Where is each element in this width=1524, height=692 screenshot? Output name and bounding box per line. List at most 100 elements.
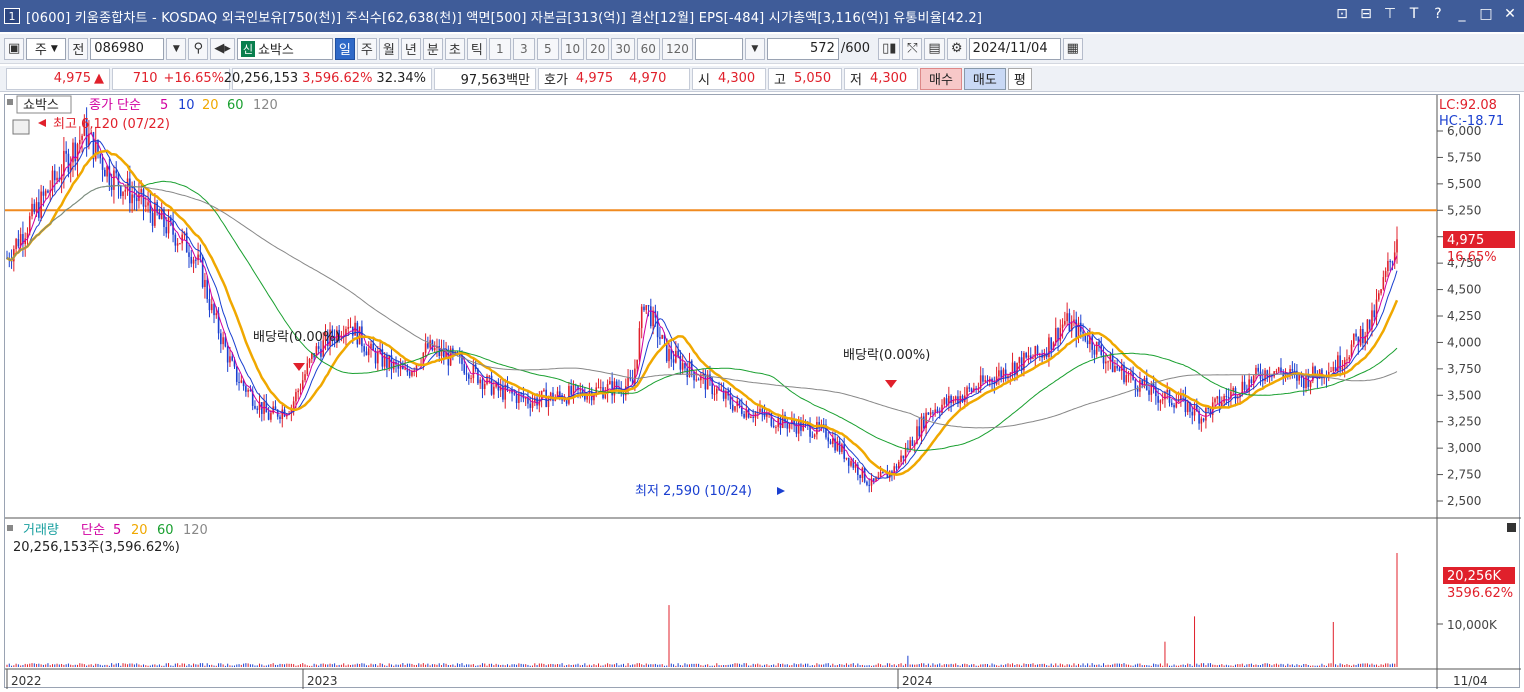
low-note: 최저 2,590 (10/24): [635, 484, 752, 499]
gear-icon[interactable]: ⚙: [946, 37, 967, 60]
interval-10[interactable]: 10: [560, 37, 585, 60]
interval-60[interactable]: 60: [636, 37, 660, 60]
volume-panel-handle-icon[interactable]: [7, 525, 13, 531]
candle-body: [1148, 390, 1150, 395]
candle-body: [78, 139, 81, 145]
candle-body: [909, 440, 911, 450]
candle-body: [493, 386, 495, 395]
period-year[interactable]: 년: [400, 37, 421, 60]
volume-ratio: 3,596.62%: [302, 71, 373, 86]
candle-body: [1396, 239, 1398, 253]
candle-body: [743, 413, 745, 418]
trade-amount: 97,563백만: [434, 67, 536, 90]
title-bar: 1 [0600] 키움종합차트 - KOSDAQ 외국인보유[750(천)] 주…: [0, 0, 1524, 32]
candle-body: [772, 425, 775, 428]
date-input[interactable]: 2024/11/04: [968, 37, 1061, 60]
calendar-icon[interactable]: ▦: [1062, 37, 1083, 60]
interval-5[interactable]: 5: [536, 37, 559, 60]
candle-body: [954, 396, 957, 400]
buy-button[interactable]: 매수: [920, 67, 962, 90]
x-axis-label: 2024: [902, 674, 933, 688]
period-month[interactable]: 월: [378, 37, 399, 60]
candle-body: [31, 203, 33, 217]
window-split-icon[interactable]: ⊟: [1358, 6, 1374, 22]
prev-button[interactable]: 전: [68, 37, 89, 60]
grid-table-icon[interactable]: [12, 119, 30, 135]
candle-body: [866, 481, 868, 485]
interval-custom-input[interactable]: [694, 37, 743, 60]
candle-body: [927, 412, 930, 415]
candle-body: [850, 461, 852, 466]
period-second[interactable]: 초: [444, 37, 465, 60]
x-axis-label: 2023: [307, 674, 338, 688]
x-axis-last-label: 11/04: [1453, 674, 1488, 688]
panel-close-icon[interactable]: [1507, 523, 1516, 532]
candle-body: [531, 401, 534, 408]
evaluation-button[interactable]: 평: [1007, 67, 1032, 90]
candle-body: [124, 189, 127, 192]
period-select[interactable]: 주 ▼: [26, 37, 67, 60]
candle-body: [941, 404, 943, 413]
stock-name-field[interactable]: 신 쇼박스: [236, 37, 333, 60]
layout-icon[interactable]: ▣: [4, 37, 25, 60]
candle-body: [110, 184, 113, 190]
candle-body: [304, 374, 306, 381]
candle-body: [570, 386, 572, 395]
candle-body: [424, 343, 427, 353]
maximize-icon[interactable]: □: [1478, 6, 1494, 22]
save-icon[interactable]: ▤: [924, 37, 945, 60]
interval-3[interactable]: 3: [512, 37, 535, 60]
candle-body: [204, 279, 206, 287]
interval-30[interactable]: 30: [611, 37, 635, 60]
candle-body: [267, 412, 270, 420]
window-layout-icon[interactable]: ⊡: [1334, 6, 1350, 22]
candle-body: [827, 437, 830, 442]
stock-code-input[interactable]: 086980: [90, 37, 165, 60]
vol-ma-label-120: 120: [183, 523, 208, 538]
window-title: [0600] 키움종합차트 - KOSDAQ 외국인보유[750(천)] 주식수…: [26, 10, 983, 26]
search-icon[interactable]: ⚲: [188, 37, 209, 60]
chart-svg[interactable]: 6,0005,7505,5005,2505,0004,7504,5004,250…: [5, 95, 1521, 689]
candle-body: [1341, 367, 1344, 370]
indicator-icon[interactable]: ⤲: [902, 37, 923, 60]
current-price-tag-label: 4,975: [1447, 233, 1484, 248]
candle-body: [932, 412, 934, 414]
period-tick[interactable]: 틱: [466, 37, 487, 60]
interval-20[interactable]: 20: [586, 37, 610, 60]
bid-price: 4,970: [629, 71, 667, 86]
current-price: 4,975: [53, 71, 91, 86]
candle-body: [210, 304, 213, 311]
interval-120[interactable]: 120: [661, 37, 693, 60]
close-icon[interactable]: ✕: [1502, 6, 1518, 22]
high-price: 5,050: [793, 71, 832, 86]
font-icon[interactable]: T: [1406, 6, 1422, 22]
candle-body: [568, 386, 570, 404]
period-minute[interactable]: 분: [422, 37, 443, 60]
candle-body: [1291, 368, 1294, 371]
candle-body: [427, 343, 429, 348]
window-number-badge[interactable]: 1: [4, 8, 20, 24]
candle-type-icon[interactable]: ▯▮: [878, 37, 901, 60]
chart-area[interactable]: 6,0005,7505,5005,2505,0004,7504,5004,250…: [4, 94, 1521, 689]
candle-body: [1098, 341, 1100, 346]
interval-1[interactable]: 1: [488, 37, 511, 60]
pin-icon[interactable]: ⊤: [1382, 6, 1398, 22]
count-input[interactable]: 572: [766, 37, 839, 60]
sell-button[interactable]: 매도: [963, 67, 1006, 90]
candle-body: [1068, 313, 1071, 332]
chart-toolbar: ▣ 주 ▼ 전 086980 ▼ ⚲ ◀▸ 신 쇼박스 일 주 월 년 분 초 …: [0, 34, 1524, 64]
interval-dropdown-icon[interactable]: ▼: [744, 37, 765, 60]
candle-body: [1095, 341, 1098, 355]
candle-body: [1339, 355, 1341, 370]
help-icon[interactable]: ?: [1430, 6, 1446, 22]
panel-handle-icon[interactable]: [7, 99, 13, 105]
candle-body: [1225, 396, 1228, 398]
period-week[interactable]: 주: [356, 37, 377, 60]
candle-body: [1075, 319, 1078, 338]
minimize-icon[interactable]: _: [1454, 6, 1470, 22]
candle-body: [1193, 405, 1196, 416]
period-day[interactable]: 일: [334, 37, 355, 60]
price-tick-label: 5,750: [1447, 150, 1481, 164]
sound-icon[interactable]: ◀▸: [210, 37, 235, 60]
code-dropdown-icon[interactable]: ▼: [166, 37, 187, 60]
